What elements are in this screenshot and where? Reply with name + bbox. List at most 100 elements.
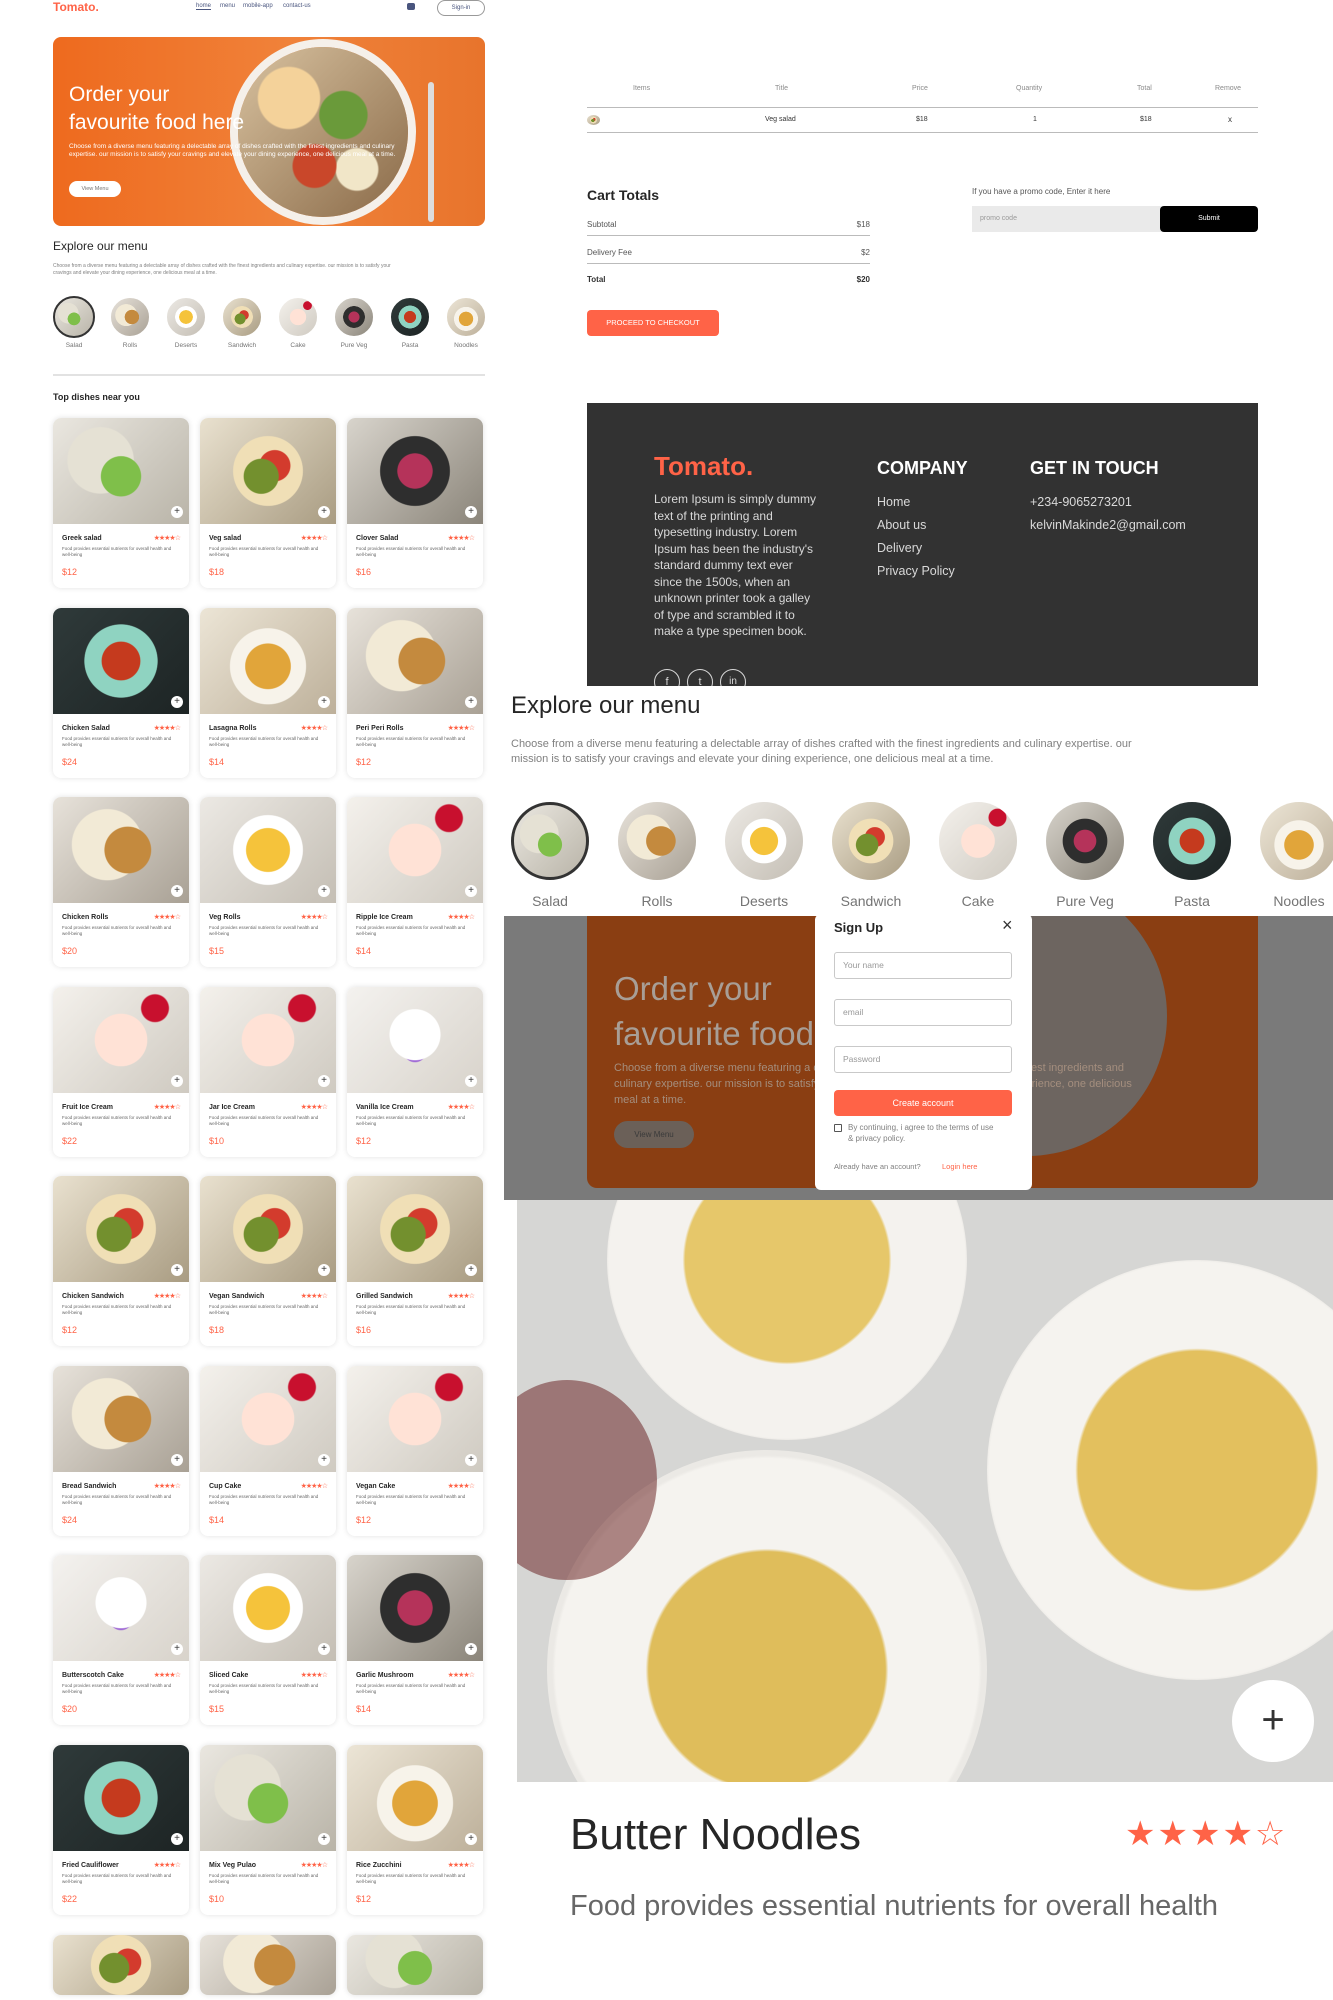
food-card[interactable]: + Bread Sandwich ★★★★☆ Food provides essent…: [53, 1365, 189, 1536]
food-card[interactable]: + Fried Cauliflower ★★★★☆ Food provides ess…: [53, 1744, 189, 1915]
email-input[interactable]: email: [834, 999, 1012, 1026]
food-description: Food provides essential nutrients for ov…: [209, 1114, 319, 1126]
password-input[interactable]: Password: [834, 1046, 1012, 1073]
food-card[interactable]: + Ripple Ice Cream ★★★★☆ Food provides esse…: [347, 797, 483, 967]
zoom-category-rolls[interactable]: [618, 802, 696, 880]
add-to-cart-button[interactable]: +: [1232, 1680, 1314, 1762]
food-card[interactable]: + Cup Cake ★★★★☆ Food provides essential nu…: [200, 1365, 336, 1536]
add-icon[interactable]: +: [318, 1264, 330, 1276]
food-card[interactable]: + Veg Rolls ★★★★☆ Food provides essential n…: [200, 797, 336, 967]
food-card[interactable]: + Grilled Sandwich ★★★★☆ Food provides esse…: [347, 1176, 483, 1346]
food-image: +: [200, 1365, 336, 1472]
checkout-button[interactable]: PROCEED TO CHECKOUT: [587, 310, 719, 336]
add-icon[interactable]: +: [465, 506, 477, 518]
food-card[interactable]: + Peri Peri Rolls ★★★★☆ Food provides essen…: [347, 607, 483, 778]
food-card[interactable]: + Clover Salad ★★★★☆ Food provides essentia…: [347, 418, 483, 588]
food-price: $18: [209, 1325, 225, 1335]
zoom-category-pure-veg[interactable]: [1046, 802, 1124, 880]
add-icon[interactable]: +: [171, 885, 183, 897]
food-card[interactable]: + Chicken Rolls ★★★★☆ Food provides essenti…: [53, 797, 189, 967]
zoom-category-pasta[interactable]: [1153, 802, 1231, 880]
zoom-category-deserts[interactable]: [725, 802, 803, 880]
food-description: Food provides essential nutrients for ov…: [356, 1493, 466, 1505]
add-icon[interactable]: +: [318, 1832, 330, 1845]
food-card[interactable]: + Lasagna Rolls ★★★★☆ Food provides essenti…: [200, 607, 336, 778]
name-input[interactable]: Your name: [834, 952, 1012, 979]
food-card[interactable]: + Chicken Salad ★★★★☆ Food provides essenti…: [53, 607, 189, 778]
food-card[interactable]: + Butterscotch Cake ★★★★☆ Food provides ess…: [53, 1555, 189, 1725]
add-icon[interactable]: +: [171, 506, 183, 518]
food-card-partial[interactable]: [53, 1935, 189, 1995]
add-icon[interactable]: +: [465, 1832, 477, 1845]
add-icon[interactable]: +: [171, 695, 183, 708]
add-icon[interactable]: +: [171, 1074, 183, 1087]
add-icon[interactable]: +: [465, 1453, 477, 1466]
company-title: COMPANY: [877, 458, 968, 478]
food-description: Food provides essential nutrients for ov…: [209, 1493, 319, 1505]
food-name: Butterscotch Cake: [62, 1672, 124, 1679]
add-icon[interactable]: +: [318, 1074, 330, 1087]
social-facebook-icon[interactable]: f: [654, 669, 680, 686]
add-icon[interactable]: +: [318, 506, 330, 518]
add-icon[interactable]: +: [171, 1264, 183, 1276]
contact-email[interactable]: kelvinMakinde2@gmail.com: [1030, 518, 1186, 532]
close-icon[interactable]: ×: [1002, 915, 1013, 936]
food-card[interactable]: + Garlic Mushroom ★★★★☆ Food provides essen…: [347, 1555, 483, 1725]
food-price: $15: [209, 946, 225, 956]
promo-input[interactable]: promo code: [972, 206, 1162, 232]
add-icon[interactable]: +: [171, 1453, 183, 1466]
terms-checkbox[interactable]: [834, 1124, 842, 1132]
food-card[interactable]: + Vanilla Ice Cream ★★★★☆ Food provides ess…: [347, 986, 483, 1157]
zoom-category-cake[interactable]: [939, 802, 1017, 880]
food-price: $16: [356, 567, 372, 577]
cart-item-remove[interactable]: x: [1228, 115, 1232, 124]
add-icon[interactable]: +: [465, 1264, 477, 1276]
contact-title: GET IN TOUCH: [1030, 458, 1159, 478]
add-icon[interactable]: +: [171, 1832, 183, 1845]
zoom-category-noodles[interactable]: [1260, 802, 1333, 880]
food-price: $22: [62, 1893, 78, 1904]
rating-stars-icon: ★★★★☆: [447, 1482, 475, 1490]
create-account-button[interactable]: Create account: [834, 1090, 1012, 1116]
footer-link-privacy[interactable]: Privacy Policy: [877, 564, 955, 578]
add-icon[interactable]: +: [318, 695, 330, 708]
food-card-partial[interactable]: [347, 1935, 483, 1995]
rating-stars-icon: ★★★★☆: [300, 1293, 328, 1300]
zoom-category-sandwich[interactable]: [832, 802, 910, 880]
social-twitter-icon[interactable]: t: [687, 669, 713, 686]
food-price: $20: [62, 946, 78, 956]
explore-zoom: Explore our menu Choose from a diverse m…: [504, 686, 1333, 916]
food-card[interactable]: + Sliced Cake ★★★★☆ Food provides essential…: [200, 1555, 336, 1725]
promo-submit-button[interactable]: Submit: [1160, 206, 1258, 232]
footer-link-delivery[interactable]: Delivery: [877, 541, 922, 555]
food-price: $14: [356, 1704, 372, 1714]
add-icon[interactable]: +: [465, 1643, 477, 1655]
add-icon[interactable]: +: [465, 1074, 477, 1087]
food-card[interactable]: + Chicken Sandwich ★★★★☆ Food provides esse…: [53, 1176, 189, 1346]
footer-link-about[interactable]: About us: [877, 518, 926, 532]
food-card[interactable]: + Vegan Sandwich ★★★★☆ Food provides essent…: [200, 1176, 336, 1346]
food-card[interactable]: + Mix Veg Pulao ★★★★☆ Food provides essenti…: [200, 1744, 336, 1915]
zoom-category-salad[interactable]: [511, 802, 589, 880]
login-link[interactable]: Login here: [942, 1162, 977, 1171]
food-card[interactable]: + Jar Ice Cream ★★★★☆ Food provides essenti…: [200, 986, 336, 1157]
add-icon[interactable]: +: [465, 885, 477, 897]
food-card[interactable]: + Veg salad ★★★★☆ Food provides essential n…: [200, 418, 336, 588]
footer-link-home[interactable]: Home: [877, 495, 910, 509]
add-icon[interactable]: +: [318, 1643, 330, 1655]
cart-item-total: $18: [1140, 116, 1152, 123]
add-icon[interactable]: +: [318, 885, 330, 897]
add-icon[interactable]: +: [171, 1643, 183, 1655]
add-icon[interactable]: +: [318, 1453, 330, 1466]
social-linkedin-icon[interactable]: in: [720, 669, 746, 686]
footer-logo[interactable]: Tomato.: [654, 451, 753, 482]
food-image: +: [347, 1176, 483, 1282]
food-card-partial[interactable]: [200, 1935, 336, 1995]
food-card[interactable]: + Fruit Ice Cream ★★★★☆ Food provides essen…: [53, 986, 189, 1157]
food-name: Greek salad: [62, 535, 102, 542]
food-card[interactable]: + Vegan Cake ★★★★☆ Food provides essential …: [347, 1365, 483, 1536]
food-card[interactable]: + Rice Zucchini ★★★★☆ Food provides essenti…: [347, 1744, 483, 1915]
food-description: Food provides essential nutrients for ov…: [356, 546, 466, 557]
food-card[interactable]: + Greek salad ★★★★☆ Food provides essential…: [53, 418, 189, 588]
add-icon[interactable]: +: [465, 695, 477, 708]
